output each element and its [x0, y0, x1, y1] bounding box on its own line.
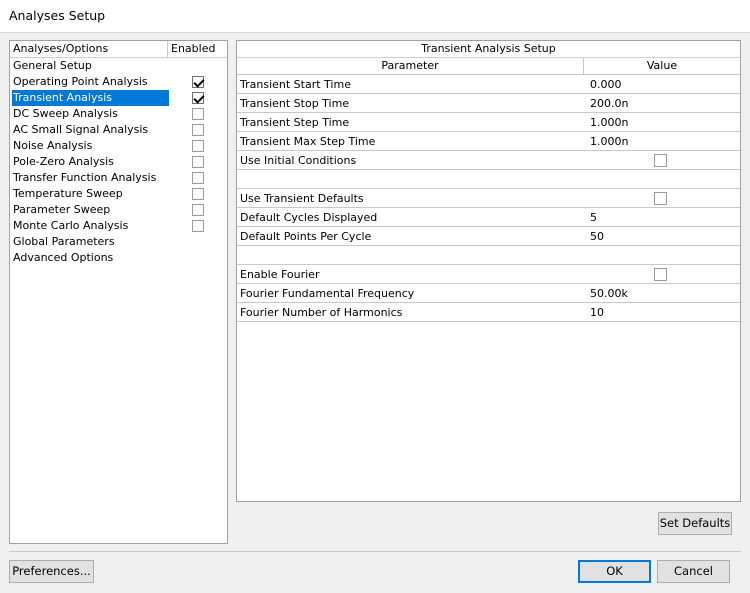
grid-row[interactable]: Transient Stop Time 200.0n [237, 94, 740, 113]
grid-spacer-row [237, 170, 740, 189]
transient-setup-panel: Transient Analysis Setup Parameter Value… [236, 40, 741, 502]
parameter-name: Transient Max Step Time [240, 134, 376, 148]
parameter-value[interactable]: 200.0n [584, 97, 740, 110]
parameter-name: Transient Step Time [240, 115, 350, 129]
parameter-value[interactable]: 1.000n [584, 135, 740, 148]
tree-item-label: Global Parameters [13, 235, 115, 248]
tree-item-label: DC Sweep Analysis [13, 107, 118, 120]
enabled-checkbox[interactable] [192, 172, 204, 184]
enabled-checkbox[interactable] [192, 76, 204, 88]
parameter-name: Fourier Fundamental Frequency [240, 286, 415, 300]
tree-item-transient-analysis[interactable]: Transient Analysis [10, 90, 227, 106]
enabled-checkbox[interactable] [192, 140, 204, 152]
tree-item-parameter-sweep[interactable]: Parameter Sweep [10, 202, 227, 218]
grid-row[interactable]: Fourier Fundamental Frequency 50.00k [237, 284, 740, 303]
tree-item-transfer-function-analysis[interactable]: Transfer Function Analysis [10, 170, 227, 186]
tree-item-advanced-options[interactable]: Advanced Options [10, 250, 227, 266]
enabled-checkbox[interactable] [192, 124, 204, 136]
footer-divider [9, 551, 741, 552]
grid-header: Parameter Value [237, 58, 740, 75]
ok-button[interactable]: OK [578, 560, 651, 583]
tree-item-temperature-sweep[interactable]: Temperature Sweep [10, 186, 227, 202]
enabled-checkbox[interactable] [192, 220, 204, 232]
tree-item-label: Parameter Sweep [13, 203, 111, 216]
column-header-analyses-options[interactable]: Analyses/Options [10, 41, 168, 57]
enabled-checkbox[interactable] [192, 156, 204, 168]
tree-item-label: Transient Analysis [12, 90, 169, 106]
title-bar[interactable]: Analyses Setup [0, 0, 750, 33]
parameter-name: Transient Stop Time [240, 96, 350, 110]
window-title: Analyses Setup [9, 8, 106, 23]
value-checkbox[interactable] [654, 154, 667, 167]
ok-label: OK [606, 564, 623, 578]
parameter-value[interactable]: 5 [584, 211, 740, 224]
parameter-name: Use Initial Conditions [240, 153, 357, 167]
set-defaults-button[interactable]: Set Defaults [658, 512, 732, 535]
tree-item-label: Transfer Function Analysis [13, 171, 157, 184]
parameter-name: Default Cycles Displayed [240, 210, 378, 224]
tree-item-label: Monte Carlo Analysis [13, 219, 129, 232]
analyses-list-panel: Analyses/Options Enabled General Setup Op… [9, 40, 228, 544]
column-header-value[interactable]: Value [584, 58, 740, 74]
grid-row[interactable]: Fourier Number of Harmonics 10 [237, 303, 740, 322]
cancel-button[interactable]: Cancel [657, 560, 730, 583]
tree-item-label: Advanced Options [13, 251, 114, 264]
parameter-name: Fourier Number of Harmonics [240, 305, 403, 319]
tree-item-noise-analysis[interactable]: Noise Analysis [10, 138, 227, 154]
tree-item-dc-sweep-analysis[interactable]: DC Sweep Analysis [10, 106, 227, 122]
grid-spacer-row [237, 246, 740, 265]
tree-item-general-setup[interactable]: General Setup [10, 58, 227, 74]
parameter-name: Use Transient Defaults [240, 191, 364, 205]
enabled-checkbox[interactable] [192, 108, 204, 120]
set-defaults-label: Set Defaults [659, 516, 731, 530]
parameter-name: Default Points Per Cycle [240, 229, 372, 243]
tree-item-label: General Setup [13, 59, 92, 72]
tree-item-operating-point-analysis[interactable]: Operating Point Analysis [10, 74, 227, 90]
parameter-value[interactable]: 0.000 [584, 78, 740, 91]
tree-item-label: Noise Analysis [13, 139, 93, 152]
parameter-grid: Transient Start Time 0.000 Transient Stop … [237, 75, 740, 322]
cancel-label: Cancel [674, 564, 713, 578]
parameter-value[interactable]: 1.000n [584, 116, 740, 129]
tree-item-monte-carlo-analysis[interactable]: Monte Carlo Analysis [10, 218, 227, 234]
grid-row[interactable]: Default Cycles Displayed 5 [237, 208, 740, 227]
grid-row[interactable]: Default Points Per Cycle 50 [237, 227, 740, 246]
enabled-checkbox[interactable] [192, 92, 204, 104]
tree-item-ac-small-signal-analysis[interactable]: AC Small Signal Analysis [10, 122, 227, 138]
preferences-label: Preferences... [12, 564, 91, 578]
parameter-value[interactable]: 50 [584, 230, 740, 243]
grid-row[interactable]: Transient Step Time 1.000n [237, 113, 740, 132]
analyses-list-header: Analyses/Options Enabled [10, 41, 227, 58]
panel-title: Transient Analysis Setup [237, 41, 740, 58]
value-checkbox[interactable] [654, 192, 667, 205]
value-checkbox[interactable] [654, 268, 667, 281]
preferences-button[interactable]: Preferences... [9, 560, 94, 583]
enabled-checkbox[interactable] [192, 204, 204, 216]
tree-item-label: Temperature Sweep [13, 187, 123, 200]
tree-item-pole-zero-analysis[interactable]: Pole-Zero Analysis [10, 154, 227, 170]
parameter-value[interactable]: 50.00k [584, 287, 740, 300]
parameter-name: Transient Start Time [240, 77, 351, 91]
parameter-value[interactable]: 10 [584, 306, 740, 319]
column-header-enabled[interactable]: Enabled [168, 41, 227, 57]
tree-item-label: Operating Point Analysis [13, 75, 148, 88]
grid-row[interactable]: Use Initial Conditions [237, 151, 740, 170]
analyses-tree: General Setup Operating Point Analysis Tra… [10, 58, 227, 266]
grid-row[interactable]: Transient Start Time 0.000 [237, 75, 740, 94]
tree-item-global-parameters[interactable]: Global Parameters [10, 234, 227, 250]
grid-row[interactable]: Enable Fourier [237, 265, 740, 284]
grid-row[interactable]: Use Transient Defaults [237, 189, 740, 208]
parameter-name: Enable Fourier [240, 267, 320, 281]
tree-item-label: Pole-Zero Analysis [13, 155, 114, 168]
grid-row[interactable]: Transient Max Step Time 1.000n [237, 132, 740, 151]
tree-item-label: AC Small Signal Analysis [13, 123, 149, 136]
enabled-checkbox[interactable] [192, 188, 204, 200]
column-header-parameter[interactable]: Parameter [237, 58, 584, 74]
